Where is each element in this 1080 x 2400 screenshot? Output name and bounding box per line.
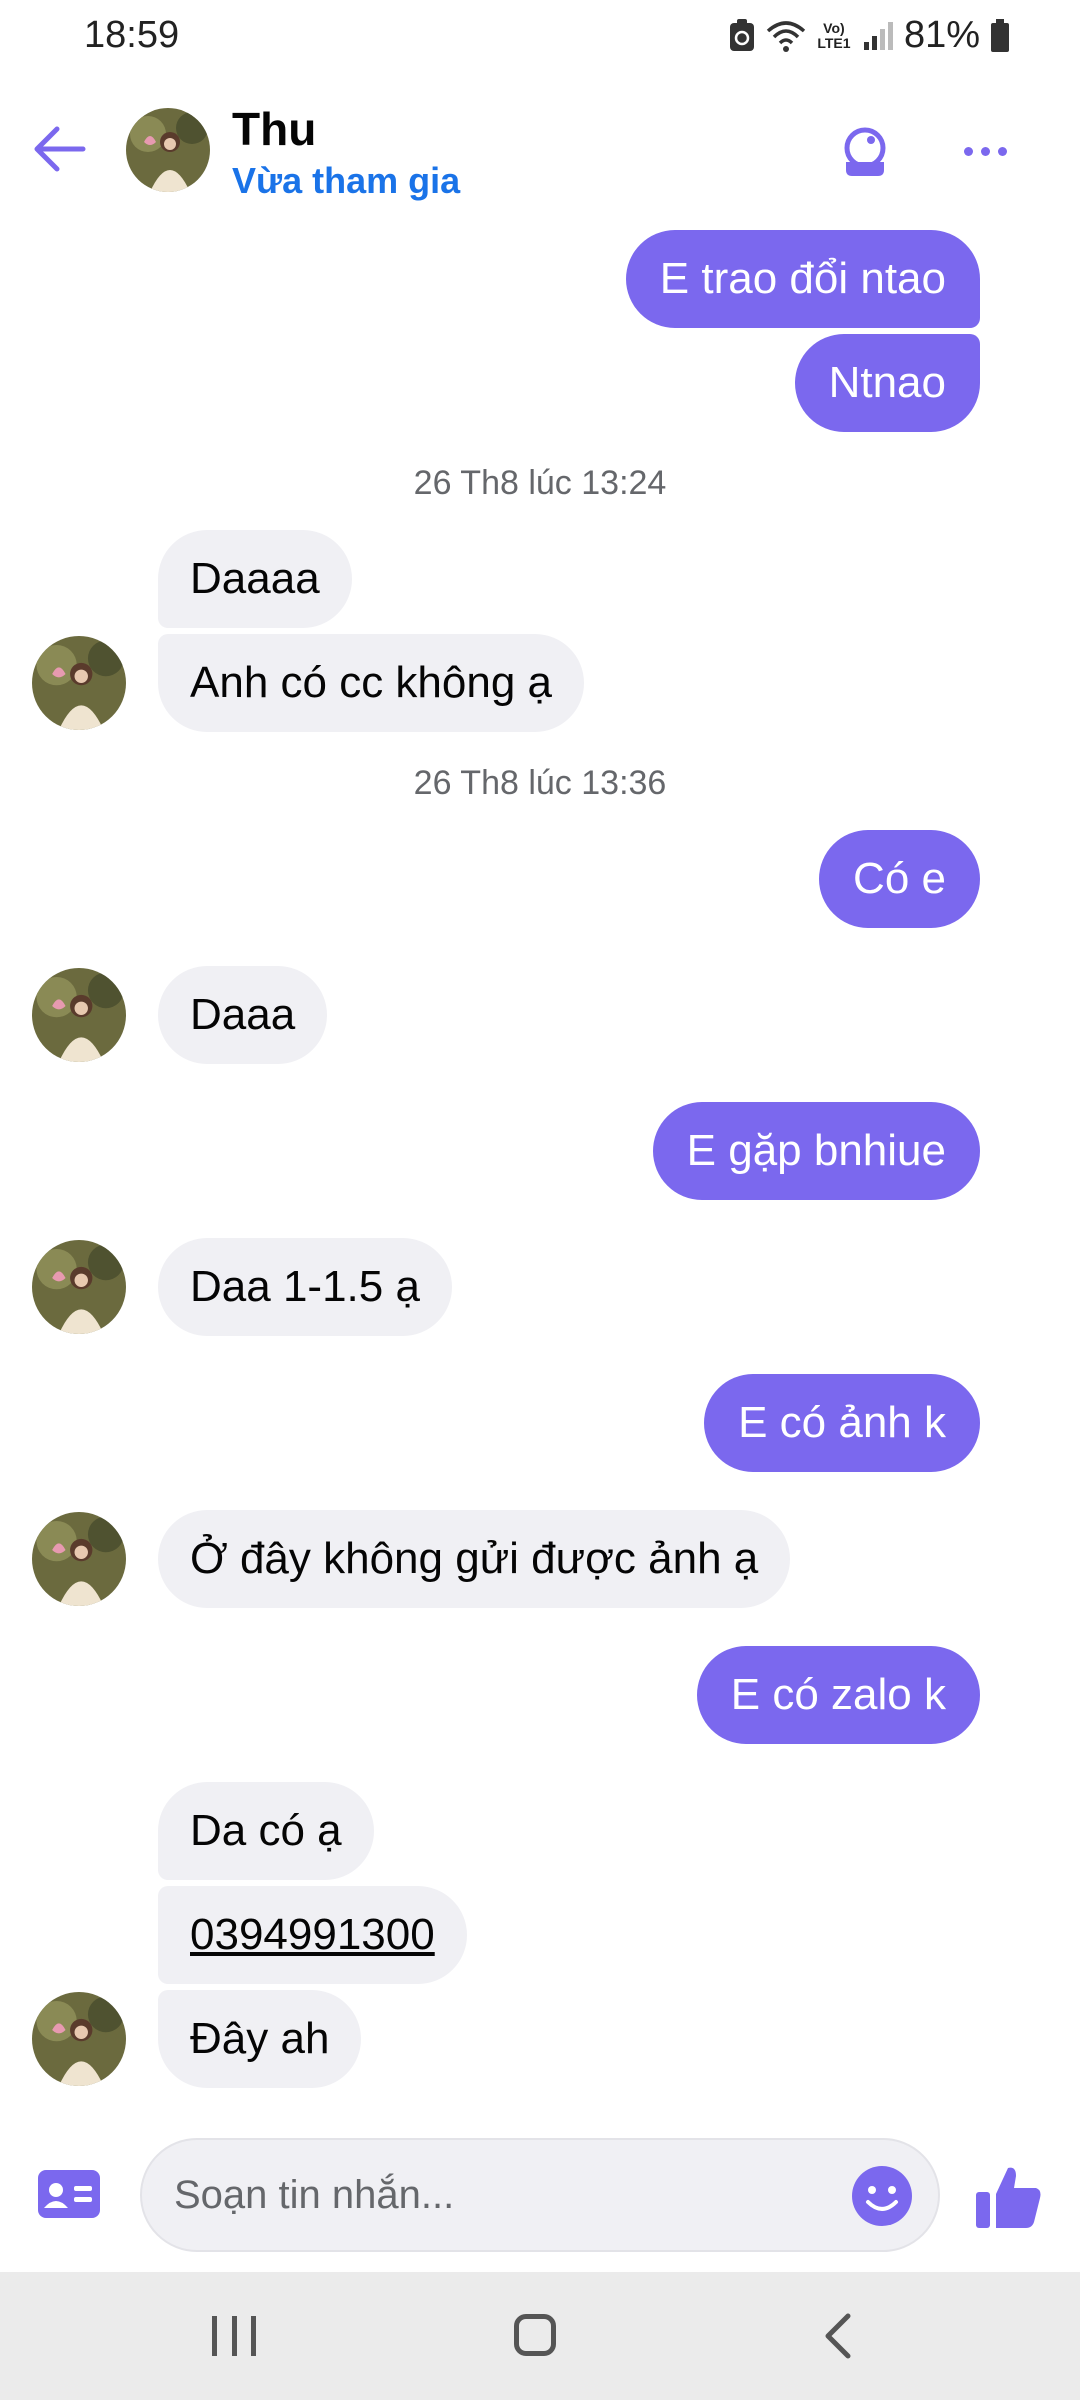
system-navigation-bar (0, 2272, 1080, 2400)
recycle-notification-icon (729, 18, 754, 51)
status-bar: 18:59 Vo) LTE1 81% (0, 0, 1080, 78)
message-input[interactable] (174, 2140, 824, 2250)
sender-avatar[interactable] (32, 968, 126, 1062)
home-icon[interactable] (514, 2314, 556, 2356)
contact-card-icon (38, 2170, 100, 2218)
status-time: 18:59 (84, 14, 180, 56)
more-options-icon-dot (980, 146, 990, 156)
back-arrow-icon (34, 126, 86, 172)
back-icon (825, 2313, 851, 2359)
received-message[interactable]: Daaa (158, 966, 328, 1064)
avatar-photo (126, 108, 210, 192)
emoji-button[interactable] (850, 2164, 914, 2228)
contact-avatar[interactable] (126, 108, 210, 192)
like-button[interactable] (974, 2162, 1044, 2232)
message-timestamp: 26 Th8 lúc 13:24 (413, 464, 667, 502)
audio-call-button[interactable] (832, 118, 898, 184)
sent-message[interactable]: E trao đổi ntao (625, 230, 980, 328)
status-icons: Vo) LTE1 81% (728, 14, 1010, 57)
avatar-photo (32, 1512, 126, 1606)
back-button[interactable] (26, 116, 92, 182)
sent-message[interactable]: Có e (819, 830, 980, 928)
contact-status: Vừa tham gia (232, 160, 461, 201)
sender-avatar[interactable] (32, 1992, 126, 2086)
sender-avatar[interactable] (32, 636, 126, 730)
wifi-icon (766, 20, 806, 52)
message-timestamp: 26 Th8 lúc 13:36 (413, 764, 667, 802)
received-message[interactable]: Ở đây không gửi được ảnh ạ (158, 1510, 791, 1608)
signal-icon (863, 21, 893, 50)
battery-percent: 81% (903, 14, 980, 56)
thumbs-up-icon (976, 2167, 1041, 2228)
message-input-wrapper (140, 2138, 940, 2252)
volte-lte-indicator: Vo) LTE1 (817, 19, 851, 51)
chat-header: Thu Vừa tham gia (0, 78, 1080, 224)
more-options-button[interactable] (952, 118, 1018, 184)
avatar-photo (32, 1992, 126, 2086)
received-message[interactable]: Da có ạ (158, 1782, 374, 1880)
avatar-photo (32, 636, 126, 730)
sender-avatar[interactable] (32, 1240, 126, 1334)
emoji-icon (852, 2166, 912, 2226)
received-message[interactable]: Daaaa (158, 530, 352, 628)
received-message-phone-link[interactable]: 0394991300 (158, 1886, 467, 1984)
received-message[interactable]: Đây ah (158, 1990, 362, 2088)
recents-icon-bar (231, 2316, 237, 2356)
battery-icon (991, 18, 1009, 52)
more-options-icon-dot (963, 146, 973, 156)
received-message[interactable]: Daa 1-1.5 ạ (158, 1238, 452, 1336)
sent-message[interactable]: E có zalo k (696, 1646, 980, 1744)
recents-icon-bar (212, 2316, 217, 2356)
avatar-photo (32, 968, 126, 1062)
contact-name[interactable]: Thu (232, 102, 316, 156)
recents-icon-bar (251, 2316, 256, 2356)
nav-back-button[interactable] (818, 2312, 858, 2360)
recents-icon[interactable] (212, 2316, 256, 2356)
sent-message[interactable]: E có ảnh k (704, 1374, 980, 1472)
sent-message[interactable]: Ntnao (794, 334, 980, 432)
more-options-icon-dot (997, 146, 1007, 156)
message-composer (0, 2120, 1080, 2270)
received-message[interactable]: Anh có cc không ạ (158, 634, 585, 732)
avatar-photo (32, 1240, 126, 1334)
sender-avatar[interactable] (32, 1512, 126, 1606)
audio-call-icon (844, 127, 886, 176)
contact-card-button[interactable] (38, 2170, 100, 2218)
sent-message[interactable]: E gặp bnhiue (652, 1102, 980, 1200)
